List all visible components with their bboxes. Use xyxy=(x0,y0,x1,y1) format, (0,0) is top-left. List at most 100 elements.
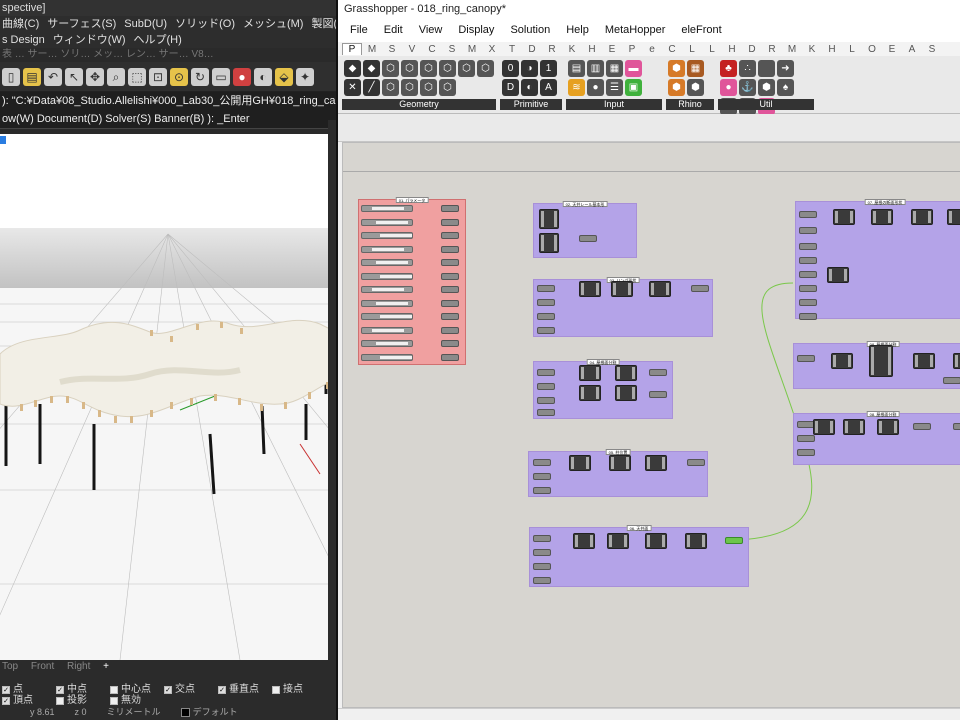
circle-param-icon[interactable]: ✕ xyxy=(344,79,361,96)
gh-param[interactable] xyxy=(799,243,817,250)
vector-param-icon[interactable]: ⬡ xyxy=(420,79,437,96)
command-line-2[interactable]: ow(W) Document(D) Solver(S) Banner(B) ):… xyxy=(0,110,336,128)
rhino-toolbar-tabs[interactable]: 表 … サー… ソリ… メッ… レン… サー… V8… xyxy=(0,48,336,62)
slider-knob[interactable] xyxy=(380,315,412,318)
slider-knob[interactable] xyxy=(380,274,412,278)
graph-mapper-icon[interactable]: ≋ xyxy=(568,79,585,96)
pan-icon[interactable]: ✥ xyxy=(86,67,104,86)
gh-tab[interactable]: R xyxy=(762,44,782,55)
osnap-checkbox[interactable]: ✓ xyxy=(2,696,10,705)
toggle-icon[interactable]: ▦ xyxy=(606,60,623,77)
anchor-icon[interactable]: ⚓ xyxy=(739,79,756,96)
osnap-item[interactable]: ✓ 点 xyxy=(2,684,46,695)
gh-component[interactable] xyxy=(569,455,591,471)
cherry-icon[interactable]: ♣ xyxy=(720,60,737,77)
rotate-view-icon[interactable]: ↻ xyxy=(191,67,209,86)
gh-param[interactable] xyxy=(537,299,555,306)
ribbon-label-rhino[interactable]: Rhino xyxy=(666,99,714,110)
osnap-item[interactable]: 中心点 xyxy=(110,684,154,695)
group-ceiling-surface[interactable]: 06. 天井面 xyxy=(529,525,749,587)
gh-tab[interactable]: M xyxy=(362,44,382,55)
slider-output-param[interactable] xyxy=(441,326,459,334)
slider-output-param[interactable] xyxy=(441,286,459,293)
select-icon[interactable]: ↖ xyxy=(65,67,83,86)
display-mode-icon[interactable]: ◐ xyxy=(254,67,272,86)
add-view-button[interactable]: + xyxy=(103,661,109,672)
gh-component[interactable] xyxy=(877,419,899,435)
gh-param[interactable] xyxy=(533,535,551,542)
gh-component[interactable] xyxy=(579,365,601,381)
osnap-item[interactable]: 接点 xyxy=(272,684,316,695)
slider-output-param[interactable] xyxy=(441,245,459,253)
gh-canvas[interactable]: 01. パラメータ 02. 天井レール基本形 03. リング形状 04. 屋根面… xyxy=(342,142,960,708)
gh-tab[interactable]: S xyxy=(922,44,942,55)
osnap-checkbox[interactable]: ✓ xyxy=(2,685,10,694)
gh-component[interactable] xyxy=(607,533,629,549)
gh-tab[interactable]: A xyxy=(902,44,922,55)
osnap-item[interactable]: 無効 xyxy=(110,695,154,706)
gh-menu-item[interactable]: View xyxy=(419,24,443,36)
gh-component[interactable] xyxy=(913,353,935,369)
gh-menu-item[interactable]: Help xyxy=(566,24,589,36)
gh-param[interactable] xyxy=(799,271,817,278)
gh-component[interactable] xyxy=(833,209,855,225)
rhino-import-icon[interactable]: ▦ xyxy=(687,60,704,77)
status-layer[interactable]: デフォルト xyxy=(180,706,238,718)
gh-component[interactable] xyxy=(645,455,667,471)
slider-output-param[interactable] xyxy=(441,313,459,320)
gh-tab[interactable]: V xyxy=(402,44,422,55)
rhino-menu-item[interactable]: 製図(D) xyxy=(311,18,336,30)
gh-tab[interactable]: e xyxy=(642,44,662,55)
gh-param[interactable] xyxy=(649,369,667,376)
slider-knob[interactable] xyxy=(372,288,404,291)
md-slider-icon[interactable]: ▣ xyxy=(625,79,642,96)
gh-component[interactable] xyxy=(609,455,631,471)
osnap-item[interactable]: ✓ 頂点 xyxy=(2,695,46,706)
slider-knob[interactable] xyxy=(376,301,408,305)
gh-tab[interactable]: D xyxy=(742,44,762,55)
gh-component[interactable] xyxy=(827,267,849,283)
ribbon-label-primitive[interactable]: Primitive xyxy=(500,99,562,110)
slider-knob[interactable] xyxy=(380,355,412,359)
tree-icon[interactable]: ♠ xyxy=(777,79,794,96)
gh-param[interactable] xyxy=(799,257,817,264)
text-param-icon[interactable]: A xyxy=(540,79,557,96)
zoom-extents-icon[interactable]: ⊡ xyxy=(149,67,167,86)
gh-param[interactable] xyxy=(537,285,555,292)
gh-tab[interactable]: L xyxy=(682,44,702,55)
gh-tab[interactable]: X xyxy=(482,44,502,55)
new-file-icon[interactable]: ▯ xyxy=(2,67,20,86)
mesh-param-icon[interactable]: ⬡ xyxy=(420,60,437,77)
gh-tab[interactable]: K xyxy=(802,44,822,55)
gh-component[interactable] xyxy=(579,385,601,401)
gh-param[interactable] xyxy=(579,235,597,242)
gh-param[interactable] xyxy=(799,285,817,292)
gh-param[interactable] xyxy=(799,313,817,320)
gh-tab[interactable]: E xyxy=(882,44,902,55)
gh-component[interactable] xyxy=(831,353,853,369)
field-param-icon[interactable]: ⬡ xyxy=(439,79,456,96)
render-icon[interactable]: ● xyxy=(233,67,251,86)
gh-component[interactable] xyxy=(615,385,637,401)
gh-tab[interactable]: H xyxy=(722,44,742,55)
gh-param[interactable] xyxy=(797,449,815,456)
rhino-menu-item[interactable]: s Design xyxy=(2,34,45,46)
gh-tab[interactable]: H xyxy=(822,44,842,55)
rhino-scrollbar[interactable] xyxy=(328,120,336,720)
plane-param-icon[interactable]: ⬡ xyxy=(477,60,494,77)
gh-tab[interactable]: M xyxy=(462,44,482,55)
gh-tab[interactable]: T xyxy=(502,44,522,55)
gh-component[interactable] xyxy=(645,533,667,549)
slider-output-param[interactable] xyxy=(441,232,459,239)
geometry-icon[interactable]: ◆ xyxy=(344,60,361,77)
gh-component[interactable] xyxy=(869,345,893,377)
osnap-item[interactable]: ✓ 垂直点 xyxy=(218,684,262,695)
zoom-window-icon[interactable]: ⬚ xyxy=(128,67,146,86)
gh-component[interactable] xyxy=(911,209,933,225)
gh-param[interactable] xyxy=(649,391,667,398)
slider-output-param[interactable] xyxy=(441,218,459,226)
clipboard-icon[interactable]: ▤ xyxy=(23,67,41,86)
rhino-menu-item[interactable]: サーフェス(S) xyxy=(47,18,116,30)
slider-knob[interactable] xyxy=(380,234,412,237)
arc-param-icon[interactable]: ⬡ xyxy=(382,79,399,96)
